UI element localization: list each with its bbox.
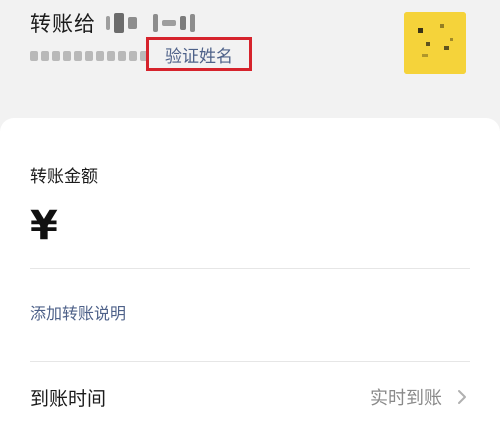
amount-divider [30, 268, 470, 269]
currency-symbol: ¥ [30, 203, 58, 249]
arrival-time-label: 到账时间 [30, 388, 107, 410]
masked-account-id [30, 51, 148, 61]
recipient-line: 转账给 [30, 8, 195, 38]
note-divider [30, 361, 470, 362]
transfer-header: 转账给 验证姓名 [0, 0, 500, 118]
arrival-time-selector[interactable]: 实时到账 [370, 384, 470, 410]
add-transfer-note-link[interactable]: 添加转账说明 [30, 300, 126, 324]
masked-account-line [30, 44, 148, 68]
transfer-screen: 转账给 验证姓名 转账金额 ¥ 添加转账说明 到账时间 实时到账 [0, 0, 500, 432]
transfer-card: 转账金额 ¥ 添加转账说明 到账时间 实时到账 [0, 118, 500, 432]
arrival-time-value: 实时到账 [370, 388, 442, 409]
transfer-to-label: 转账给 [30, 12, 96, 36]
chevron-right-icon [454, 389, 470, 405]
amount-input[interactable] [78, 206, 462, 252]
recipient-avatar[interactable] [404, 12, 466, 74]
verify-name-button[interactable]: 验证姓名 [146, 37, 252, 71]
amount-label: 转账金额 [30, 167, 98, 187]
masked-recipient-name [106, 13, 195, 33]
avatar-image [404, 12, 466, 74]
verify-name-label: 验证姓名 [165, 46, 233, 67]
